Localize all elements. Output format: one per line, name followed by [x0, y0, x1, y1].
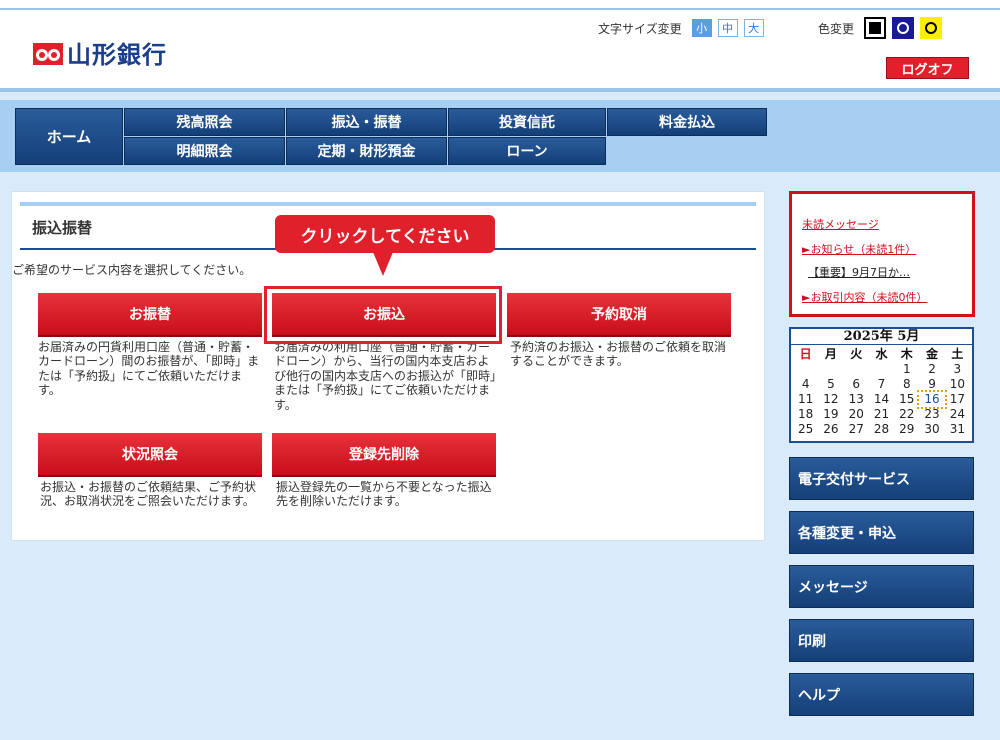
calendar-day: 2	[928, 362, 936, 376]
calendar-day	[869, 362, 894, 377]
circle-icon	[925, 22, 938, 34]
print-button[interactable]: 印刷	[789, 619, 974, 662]
delete-payee-button[interactable]: 登録先削除	[272, 433, 496, 477]
calendar-day: 27	[848, 422, 864, 436]
calendar-today: 16	[917, 390, 947, 409]
font-size-medium-button[interactable]: 中	[717, 19, 738, 37]
font-size-tools: 文字サイズ変更 小 中 大	[598, 19, 764, 37]
calendar-day: 6	[852, 377, 861, 391]
calendar-day: 4	[801, 377, 810, 391]
global-nav: ホーム 残高照会 振込・振替 投資信託 料金払込 明細照会 定期・財形預金 ロー…	[0, 100, 1000, 172]
calendar-day: 19	[823, 407, 839, 421]
page-title: 振込振替	[32, 219, 93, 237]
calendar-day: 7	[877, 377, 886, 391]
logout-button[interactable]: ログオフ	[886, 57, 969, 79]
font-size-small-button[interactable]: 小	[691, 19, 712, 37]
unread-messages-link[interactable]: 未読メッセージ	[802, 216, 879, 232]
calendar-day: 8	[902, 377, 911, 391]
calendar-day: 18	[798, 407, 814, 421]
calendar-weekday: 土	[951, 347, 964, 361]
calendar-day: 31	[949, 422, 965, 436]
nav-statement-inquiry[interactable]: 明細照会	[124, 137, 285, 165]
transaction-notice-link[interactable]: ►お取引内容（未読0件）	[802, 289, 927, 305]
calendar-day: 21	[873, 407, 890, 421]
calendar-weekday: 木	[900, 347, 913, 361]
transfer-between-accounts-button[interactable]: お振替	[38, 293, 262, 337]
calendar-day: 1	[902, 362, 911, 376]
click-here-callout: クリックしてください	[275, 215, 495, 253]
nav-balance-inquiry[interactable]: 残高照会	[124, 108, 285, 136]
header-top-line	[0, 8, 1000, 10]
service-description: 振込登録先の一覧から不要となった振込先を削除いただけます。	[276, 480, 492, 509]
nav-home[interactable]: ホーム	[15, 108, 123, 165]
nav-time-deposit[interactable]: 定期・財形預金	[286, 137, 447, 165]
notice-link[interactable]: ►お知らせ（未読1件）	[802, 241, 916, 257]
header-bottom-line	[0, 88, 1000, 92]
important-notice-link[interactable]: 【重要】9月7日か…	[808, 264, 910, 280]
header: 山形銀行 文字サイズ変更 小 中 大 色変更 ログオフ	[0, 0, 1000, 92]
calendar-day: 17	[949, 392, 965, 406]
message-button[interactable]: メッセージ	[789, 565, 974, 608]
calendar-day: 26	[823, 422, 839, 436]
calendar-weekday: 月	[824, 347, 837, 361]
nav-bill-payment[interactable]: 料金払込	[607, 108, 767, 136]
nav-investment-trust[interactable]: 投資信託	[448, 108, 606, 136]
nav-transfer[interactable]: 振込・振替	[286, 108, 447, 136]
calendar-day	[844, 362, 869, 377]
status-inquiry-button[interactable]: 状況照会	[38, 433, 262, 477]
calendar-day: 3	[953, 362, 962, 376]
service-description: 予約済のお振込・お振替のご依頼を取消することができます。	[510, 340, 727, 369]
calendar-day	[818, 362, 843, 377]
calendar-day: 10	[949, 377, 965, 391]
calendar-day: 20	[848, 407, 864, 421]
service-description: お届済みの円貨利用口座（普通・貯蓄・カードローン）間のお振替が、「即時」または「…	[38, 340, 260, 398]
color-black-button[interactable]	[864, 17, 887, 39]
bank-logo[interactable]: 山形銀行	[33, 35, 167, 70]
notice-box: 未読メッセージ ►お知らせ（未読1件） 【重要】9月7日か… ►お取引内容（未読…	[789, 191, 975, 317]
nav-loan[interactable]: ローン	[448, 137, 606, 165]
calendar-day: 23	[924, 407, 940, 421]
highlight-box	[264, 286, 502, 344]
color-yellow-button[interactable]	[920, 17, 943, 39]
bank-name: 山形銀行	[67, 40, 167, 69]
calendar-day: 5	[827, 377, 835, 391]
calendar-day: 15	[899, 392, 915, 406]
color-label: 色変更	[818, 21, 855, 36]
calendar-grid: 日月火水木金土 1 2 3 4 5 6 7 8 9 10 11 12 13 14 15 16 17 18 19 20 21…	[791, 345, 972, 437]
calendar-weekday: 水	[875, 347, 888, 361]
help-button[interactable]: ヘルプ	[789, 673, 974, 716]
calendar-weekday: 金	[926, 347, 939, 361]
callout-arrow-icon	[373, 252, 393, 276]
calendar-day: 25	[798, 422, 814, 436]
calendar-day: 30	[924, 422, 940, 436]
calendar-day: 14	[873, 392, 890, 406]
calendar-day: 12	[823, 392, 839, 406]
color-blue-button[interactable]	[892, 17, 915, 39]
service-description: お振込・お振替のご依頼結果、ご予約状況、お取消状況をご照会いただけます。	[40, 480, 257, 509]
calendar-day: 24	[949, 407, 965, 421]
calendar-day: 28	[873, 422, 890, 436]
calendar-weekday: 日	[799, 347, 812, 361]
bank-logo-mark-icon	[33, 40, 63, 66]
service-description: お届済みの利用口座（普通・貯蓄・カードローン）から、当行の国内本支店および他行の…	[274, 340, 497, 412]
panel-top-line	[20, 202, 756, 206]
e-delivery-service-button[interactable]: 電子交付サービス	[789, 457, 974, 500]
change-application-button[interactable]: 各種変更・申込	[789, 511, 974, 554]
font-size-label: 文字サイズ変更	[598, 21, 682, 36]
calendar-day: 13	[848, 392, 864, 406]
square-icon	[869, 22, 882, 34]
calendar-day: 9	[928, 377, 936, 391]
calendar-day: 22	[899, 407, 915, 421]
font-size-large-button[interactable]: 大	[743, 19, 764, 37]
circle-icon	[897, 22, 910, 34]
calendar-title: 2025年 5月	[791, 329, 972, 345]
calendar: 2025年 5月 日月火水木金土 1 2 3 4 5 6 7 8 9 10 11 12 13 14 15 16 1…	[789, 327, 974, 443]
calendar-day: 29	[899, 422, 915, 436]
calendar-day	[793, 362, 818, 377]
color-tools: 色変更	[818, 17, 943, 39]
cancel-reservation-button[interactable]: 予約取消	[507, 293, 731, 337]
calendar-weekday: 火	[850, 347, 863, 361]
calendar-day: 11	[798, 392, 814, 406]
instruction-text: ご希望のサービス内容を選択してください。	[12, 263, 252, 277]
